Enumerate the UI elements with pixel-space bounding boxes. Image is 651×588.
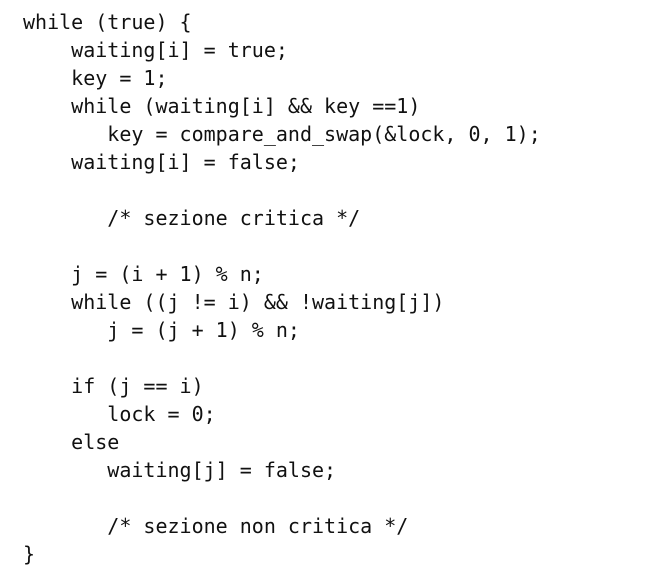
code-line-set-waiting-true: waiting[i] = true; (23, 38, 288, 62)
code-line-remainder-section-comment: /* sezione non critica */ (23, 514, 409, 538)
code-line-next-j: j = (i + 1) % n; (23, 262, 264, 286)
code-line-advance-j: j = (j + 1) % n; (23, 318, 300, 342)
code-line-search-while: while ((j != i) && !waiting[j]) (23, 290, 445, 314)
code-line-closing-brace: } (23, 542, 36, 566)
code-line-while-true: while (true) { (23, 10, 192, 34)
code-line-if-j-equals-i: if (j == i) (23, 374, 204, 398)
code-line-release-lock: lock = 0; (23, 402, 216, 426)
code-line-critical-section-comment: /* sezione critica */ (23, 206, 361, 230)
code-line-set-key: key = 1; (23, 66, 168, 90)
code-line-compare-and-swap: key = compare_and_swap(&lock, 0, 1); (23, 122, 541, 146)
code-line-wake-waiting-j: waiting[j] = false; (23, 458, 337, 482)
code-line-inner-while: while (waiting[i] && key ==1) (23, 94, 421, 118)
code-line-else: else (23, 430, 120, 454)
code-listing: while (true) { waiting[i] = true; key = … (23, 8, 541, 568)
code-line-set-waiting-false: waiting[i] = false; (23, 150, 300, 174)
